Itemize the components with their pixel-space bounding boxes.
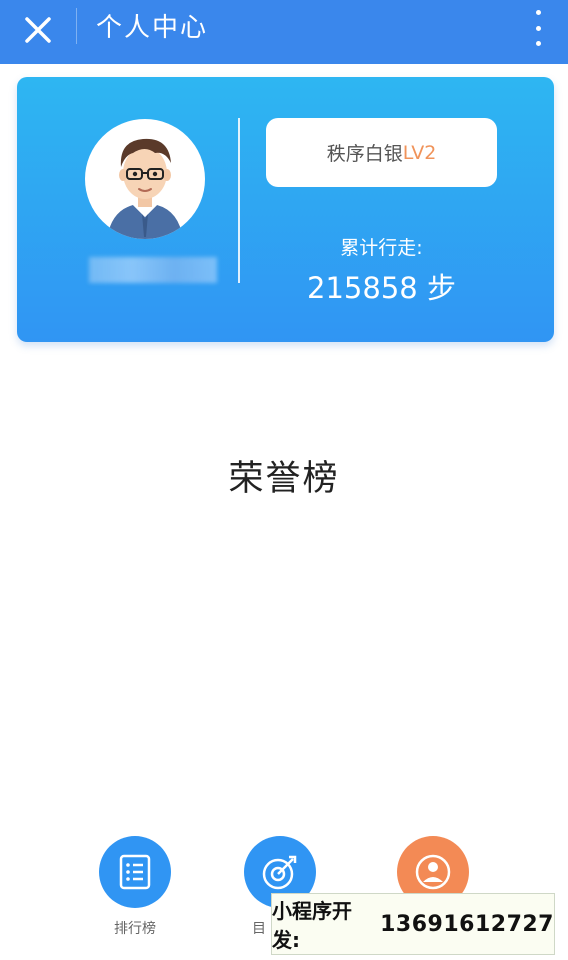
- username-blurred: [89, 257, 217, 283]
- nav-label-target[interactable]: 目: [244, 918, 274, 938]
- card-divider: [238, 118, 240, 283]
- honor-list-title: 荣誉榜: [228, 459, 340, 499]
- steps-value: 215858 步: [307, 271, 456, 305]
- banner-phone: 13691612727: [380, 911, 554, 937]
- list-icon: [119, 854, 151, 890]
- nav-label-ranking[interactable]: 排行榜: [99, 918, 171, 938]
- page-title: 个人中心: [96, 13, 209, 43]
- title-divider: [76, 8, 77, 44]
- cartoon-avatar-icon: [107, 138, 183, 239]
- level-badge: 秩序白银 LV2: [266, 118, 497, 187]
- more-vertical-icon[interactable]: [530, 10, 546, 46]
- steps-label: 累计行走:: [340, 237, 423, 259]
- contact-banner: 小程序开发: 13691612727: [271, 893, 555, 955]
- nav-button-ranking[interactable]: [99, 836, 171, 908]
- target-icon: [262, 855, 297, 890]
- title-bar: 个人中心: [0, 0, 568, 64]
- profile-card: 秩序白银 LV2 累计行走: 215858 步: [17, 77, 554, 342]
- user-icon: [415, 854, 451, 890]
- level-name: 秩序白银: [326, 143, 403, 165]
- avatar[interactable]: [85, 119, 205, 239]
- banner-prefix: 小程序开发:: [272, 899, 352, 952]
- level-code: LV2: [402, 141, 437, 164]
- close-icon[interactable]: [20, 12, 56, 48]
